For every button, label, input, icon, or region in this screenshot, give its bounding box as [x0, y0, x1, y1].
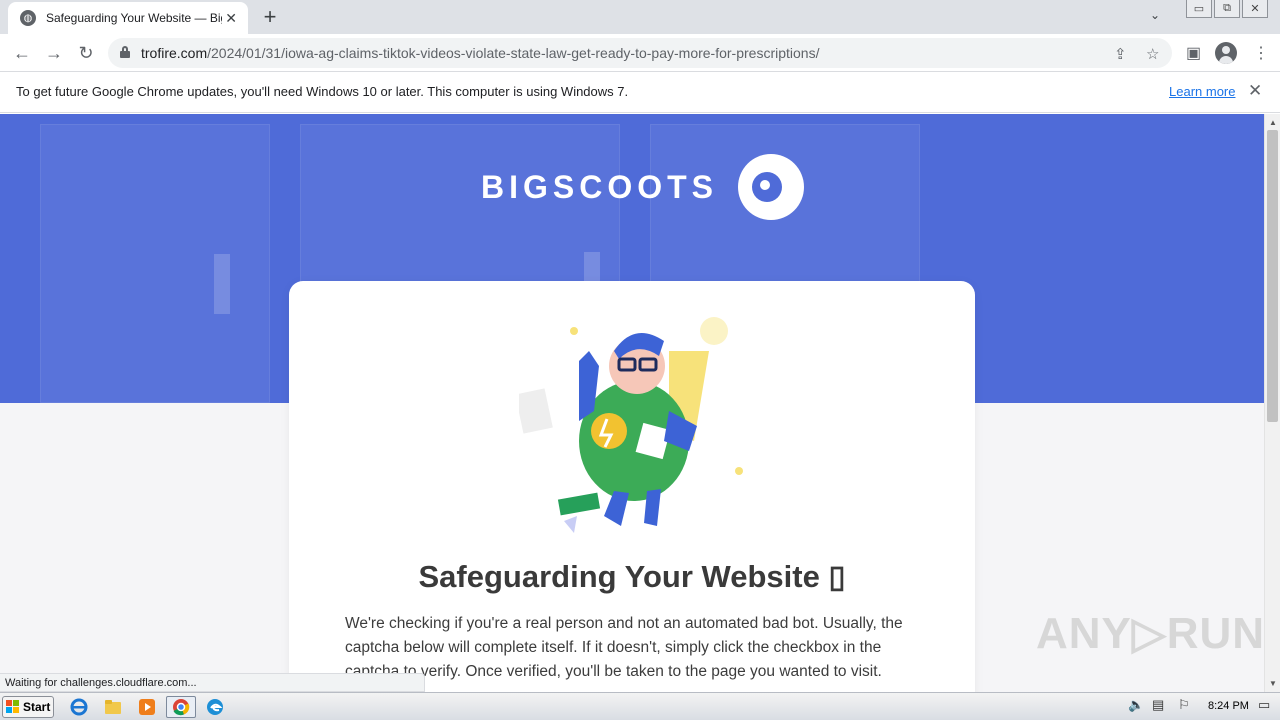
flag-icon[interactable]: ⚐: [1178, 697, 1190, 713]
url-text: trofire.com/2024/01/31/iowa-ag-claims-ti…: [141, 45, 820, 61]
address-bar[interactable]: trofire.com/2024/01/31/iowa-ag-claims-ti…: [108, 38, 1172, 68]
plus-icon[interactable]: +: [258, 6, 282, 30]
page-viewport: BIGSCOOTS Safeguarding Your Website ▯ We…: [0, 114, 1264, 692]
minimize-button[interactable]: ▭: [1186, 0, 1212, 18]
anyrun-watermark: ANY▷RUN: [1036, 609, 1266, 658]
browser-toolbar: ← → ↻ trofire.com/2024/01/31/iowa-ag-cla…: [0, 34, 1280, 72]
update-infobar: To get future Google Chrome updates, you…: [0, 72, 1280, 113]
browser-tab[interactable]: ◍ Safeguarding Your Website — BigSc ✕: [8, 2, 248, 34]
windows-taskbar: Start 🔈 ▤ ⚐ 8:24 PM ▭: [0, 692, 1280, 720]
restore-button[interactable]: ⧉: [1214, 0, 1240, 18]
window-controls: ▭ ⧉ ✕: [1186, 0, 1268, 18]
reload-icon[interactable]: ↻: [74, 41, 98, 65]
learn-more-link[interactable]: Learn more: [1169, 84, 1235, 99]
ie-icon[interactable]: [66, 696, 92, 718]
bigscoots-logo: BIGSCOOTS: [481, 154, 805, 220]
logo-text: BIGSCOOTS: [481, 168, 719, 205]
media-player-icon[interactable]: [134, 696, 160, 718]
windows-logo-icon: [6, 700, 20, 714]
server-rack-background: [40, 124, 270, 403]
monitor-icon[interactable]: ▭: [1258, 697, 1270, 713]
profile-icon[interactable]: [1215, 42, 1237, 64]
menu-icon[interactable]: ⋮: [1253, 43, 1269, 63]
back-icon[interactable]: ←: [10, 41, 34, 65]
bigscoots-mascot-icon: [738, 154, 805, 220]
tab-strip: ◍ Safeguarding Your Website — BigSc ✕ + …: [0, 0, 1280, 34]
infobar-message: To get future Google Chrome updates, you…: [16, 84, 629, 99]
rack-handle: [214, 254, 230, 314]
forward-icon[interactable]: →: [42, 41, 66, 65]
volume-icon[interactable]: 🔈: [1128, 697, 1144, 713]
chevron-down-icon[interactable]: ⌄: [1150, 8, 1160, 22]
explorer-icon[interactable]: [100, 696, 126, 718]
chrome-icon[interactable]: [166, 696, 196, 718]
network-icon[interactable]: ▤: [1152, 697, 1164, 713]
edge-icon[interactable]: [202, 696, 228, 718]
page-scrollbar[interactable]: ▲ ▼: [1264, 114, 1280, 692]
close-icon[interactable]: ✕: [222, 10, 240, 27]
start-label: Start: [23, 700, 51, 714]
tab-title: Safeguarding Your Website — BigSc: [46, 11, 223, 25]
lock-icon[interactable]: [120, 46, 130, 58]
sidepanel-icon[interactable]: ▣: [1186, 43, 1201, 63]
challenge-card: Safeguarding Your Website ▯ We're checki…: [289, 281, 975, 692]
scroll-thumb[interactable]: [1267, 130, 1278, 422]
close-window-button[interactable]: ✕: [1242, 0, 1268, 18]
share-icon[interactable]: ⇪: [1114, 45, 1127, 63]
scroll-up-icon[interactable]: ▲: [1269, 118, 1277, 127]
challenge-description: We're checking if you're a real person a…: [345, 615, 903, 680]
globe-icon: ◍: [20, 10, 36, 26]
superhero-illustration: [519, 317, 743, 533]
start-button[interactable]: Start: [2, 696, 54, 718]
close-icon[interactable]: ✕: [1248, 81, 1262, 101]
status-bubble: Waiting for challenges.cloudflare.com...: [0, 673, 425, 692]
system-clock[interactable]: 8:24 PM: [1208, 700, 1249, 712]
scroll-down-icon[interactable]: ▼: [1269, 679, 1277, 688]
page-title: Safeguarding Your Website ▯: [418, 559, 846, 594]
star-icon[interactable]: ☆: [1146, 45, 1159, 63]
